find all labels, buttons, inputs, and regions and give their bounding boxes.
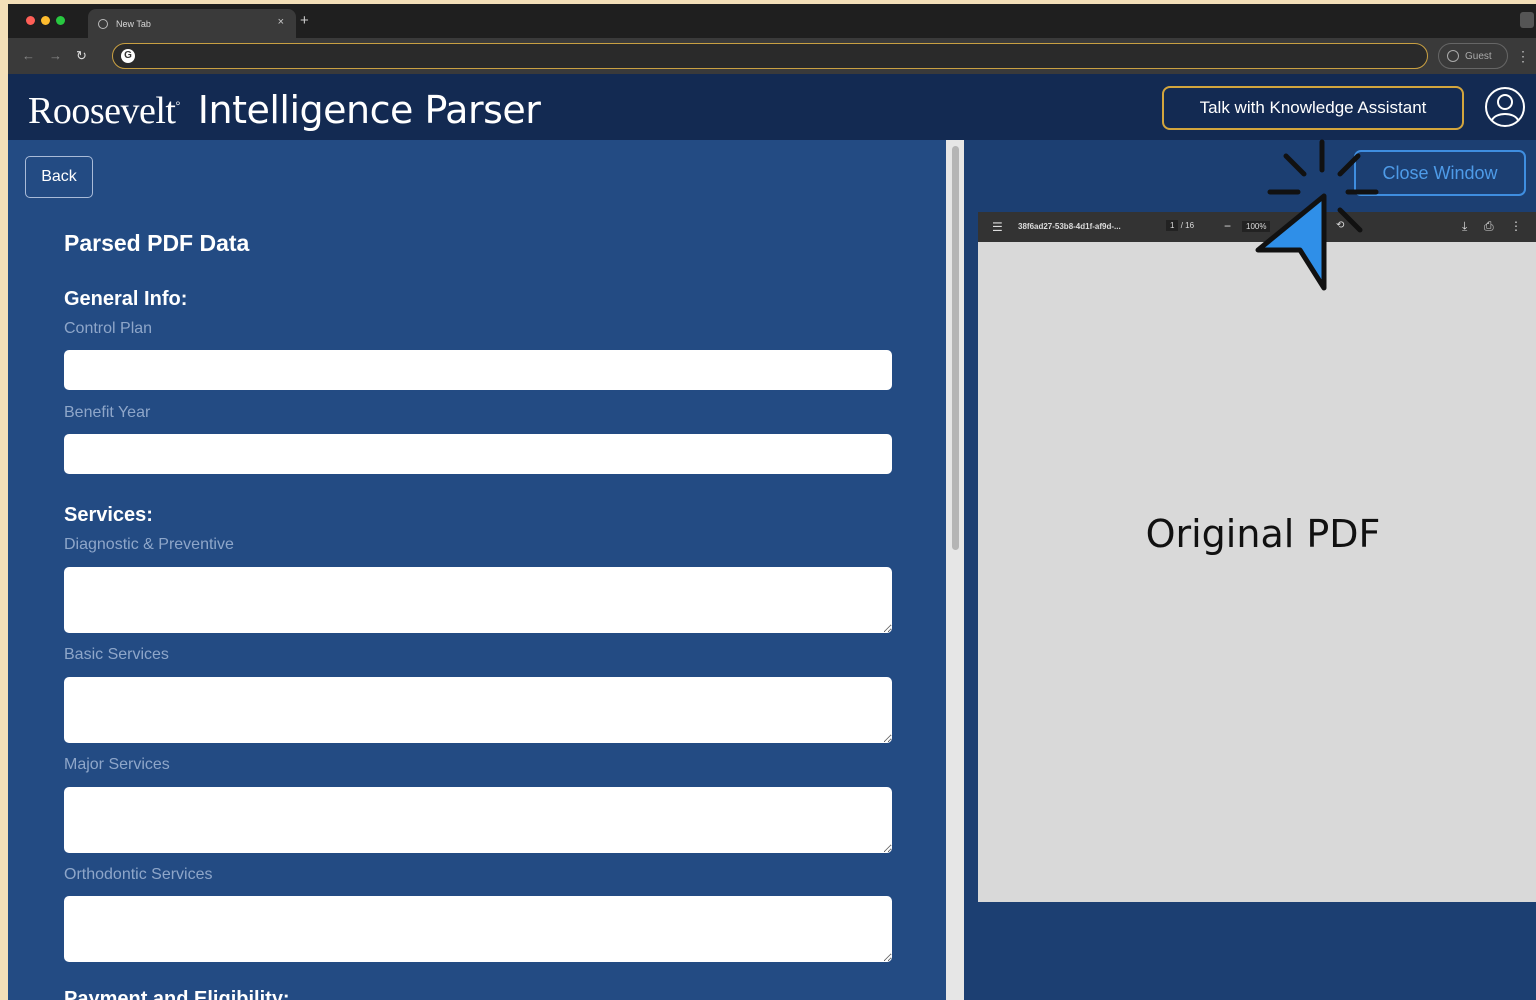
benefit-year-label: Benefit Year xyxy=(64,404,151,421)
control-plan-field[interactable] xyxy=(64,350,892,390)
benefit-year-field[interactable] xyxy=(64,434,892,474)
pdf-preview-panel: Close Window ☰ 38f6ad27-53b8-4d1f-af9d-.… xyxy=(964,140,1536,1000)
person-icon xyxy=(1447,50,1459,62)
google-icon: G xyxy=(121,49,135,63)
major-services-label: Major Services xyxy=(64,756,170,773)
knowledge-assistant-button[interactable]: Talk with Knowledge Assistant xyxy=(1162,86,1464,130)
brand: Roosevelt° Intelligence Parser xyxy=(28,88,541,133)
maximize-window-dot[interactable] xyxy=(56,16,65,25)
window-controls xyxy=(26,16,65,25)
basic-services-field[interactable] xyxy=(64,677,892,743)
page-title: Parsed PDF Data xyxy=(64,230,250,256)
print-icon[interactable]: ⎙ xyxy=(1484,219,1494,234)
control-plan-label: Control Plan xyxy=(64,320,153,337)
orthodontic-services-label: Orthodontic Services xyxy=(64,866,213,883)
pdf-viewer[interactable]: ☰ 38f6ad27-53b8-4d1f-af9d-... 1 / 16 − 1… xyxy=(978,212,1536,902)
nav-buttons: ← → ↻ xyxy=(22,48,87,64)
pdf-page-indicator: 1 / 16 xyxy=(1166,220,1195,231)
back-arrow-icon[interactable]: ← xyxy=(22,48,35,64)
guest-label: Guest xyxy=(1465,50,1492,62)
pdf-placeholder-text: Original PDF xyxy=(1145,512,1381,556)
download-icon[interactable]: ⤓ xyxy=(1462,219,1467,234)
browser-tab-bar: New Tab × + xyxy=(8,4,1536,38)
app-header: Roosevelt° Intelligence Parser Talk with… xyxy=(8,74,1536,140)
left-panel-scrollbar[interactable] xyxy=(946,140,964,1000)
window-menu-button[interactable] xyxy=(1520,12,1534,28)
product-title: Intelligence Parser xyxy=(197,88,541,132)
pdf-more-icon[interactable]: ⋮ xyxy=(1510,219,1522,233)
minimize-window-dot[interactable] xyxy=(41,16,50,25)
back-button[interactable]: Back xyxy=(25,156,93,198)
address-bar[interactable]: G xyxy=(112,43,1428,69)
payment-eligibility-heading: Payment and Eligibility: xyxy=(64,988,290,1000)
services-heading: Services: xyxy=(64,504,153,526)
parsed-data-panel: Back Parsed PDF Data General Info: Contr… xyxy=(8,140,946,1000)
pdf-page-total: / 16 xyxy=(1180,221,1195,230)
reload-icon[interactable]: ↻ xyxy=(76,48,87,64)
tab-close-icon[interactable]: × xyxy=(278,16,284,28)
major-services-field[interactable] xyxy=(64,787,892,853)
orthodontic-services-field[interactable] xyxy=(64,896,892,962)
forward-arrow-icon[interactable]: → xyxy=(49,48,62,64)
browser-menu-icon[interactable]: ⋮ xyxy=(1516,48,1530,65)
zoom-out-icon[interactable]: − xyxy=(1224,219,1231,233)
user-avatar-icon[interactable] xyxy=(1484,86,1526,128)
diagnostic-preventive-label: Diagnostic & Preventive xyxy=(64,536,234,553)
pdf-filename: 38f6ad27-53b8-4d1f-af9d-... xyxy=(1018,222,1121,231)
diagnostic-preventive-field[interactable] xyxy=(64,567,892,633)
scrollbar-thumb[interactable] xyxy=(952,146,959,550)
basic-services-label: Basic Services xyxy=(64,646,169,663)
guest-profile-button[interactable]: Guest xyxy=(1438,43,1508,69)
globe-icon xyxy=(98,18,108,29)
browser-tab[interactable]: New Tab × xyxy=(88,9,296,38)
tab-title: New Tab xyxy=(116,18,151,29)
close-window-dot[interactable] xyxy=(26,16,35,25)
general-info-heading: General Info: xyxy=(64,288,188,310)
pdf-menu-icon[interactable]: ☰ xyxy=(992,220,1003,234)
roosevelt-logo: Roosevelt° xyxy=(28,90,180,132)
browser-toolbar: ← → ↻ G Guest ⋮ xyxy=(8,38,1536,74)
new-tab-button[interactable]: + xyxy=(300,12,309,29)
click-cursor-icon xyxy=(1255,139,1379,291)
pdf-page-input[interactable]: 1 xyxy=(1166,220,1179,231)
